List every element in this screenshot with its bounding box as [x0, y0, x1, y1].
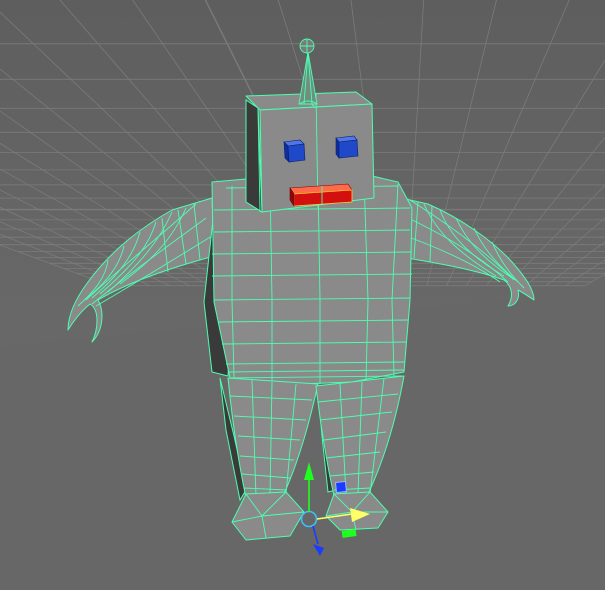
- grid-line: [584, 273, 605, 287]
- viewport-canvas[interactable]: [0, 0, 605, 590]
- grid-line: [0, 233, 131, 287]
- left-eye[interactable]: [283, 139, 306, 163]
- grid-line: [485, 136, 605, 286]
- grid-line: [0, 244, 111, 287]
- grid-line: [525, 217, 605, 287]
- xy-plane-handle[interactable]: [334, 480, 348, 494]
- grid-line: [565, 259, 605, 287]
- mouth[interactable]: [289, 183, 353, 207]
- 3d-viewport[interactable]: [0, 0, 605, 590]
- antenna[interactable]: [298, 38, 318, 105]
- torso[interactable]: [203, 175, 413, 385]
- right-arm[interactable]: [391, 195, 535, 307]
- right-eye[interactable]: [335, 135, 359, 159]
